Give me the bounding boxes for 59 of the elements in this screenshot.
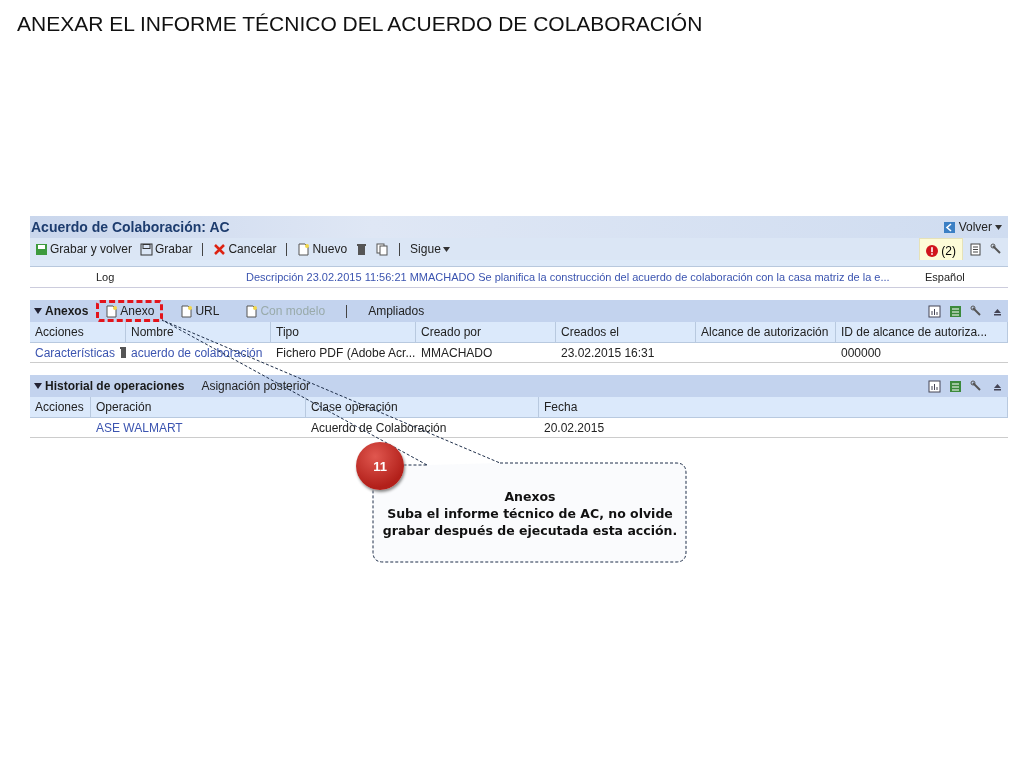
step-badge: 11 — [356, 442, 404, 490]
copy-icon — [376, 242, 390, 256]
trash-icon — [355, 242, 369, 256]
wrench-icon — [970, 304, 983, 318]
close-icon — [213, 242, 227, 256]
table-cell: 000000 — [841, 345, 882, 360]
table-cell-text: Español — [924, 271, 966, 283]
column-header: Fecha — [539, 397, 1008, 418]
toolbar-button[interactable]: Grabar — [138, 242, 195, 256]
wrench-icon — [970, 379, 983, 393]
slide-title: ANEXAR EL INFORME TÉCNICO DEL ACUERDO DE COLABORACIÓN — [17, 12, 703, 36]
column-header: Clase operación — [306, 397, 539, 418]
table-cell: MMACHADO — [421, 345, 493, 360]
wrench-icon — [990, 242, 1003, 256]
column-header: Nombre — [126, 322, 271, 343]
spreadsheet-icon — [949, 379, 962, 393]
column-header: Tipo — [271, 322, 416, 343]
table-link[interactable]: Características — [35, 345, 116, 360]
caret-icon — [995, 224, 1002, 230]
table-cell: 20.02.2015 — [544, 420, 605, 435]
column-header: Acciones — [30, 397, 91, 418]
column-header: Operación — [91, 397, 306, 418]
action-button[interactable]: Asignación posterior — [192, 375, 320, 397]
column-header: Creados el — [556, 322, 696, 343]
chart-icon — [928, 379, 941, 393]
toolbar-button[interactable]: Grabar y volver — [33, 242, 135, 256]
save-icon — [35, 242, 48, 256]
toolbar-button[interactable]: Nuevo — [295, 242, 350, 256]
section-toggle[interactable]: Historial de operaciones — [34, 379, 185, 393]
column-header: Alcance de autorización — [696, 322, 836, 343]
table-link[interactable]: ASE WALMART — [96, 420, 183, 435]
caret-icon — [34, 308, 42, 314]
callout-text: Anexos Suba el informe técnico de AC, no olvide grabar después de ejecutada esta acción. — [381, 488, 679, 539]
column-header: Creado por — [416, 322, 556, 343]
table-cell-text: Log — [95, 271, 116, 283]
section-toggle[interactable]: Anexos — [34, 304, 89, 318]
chart-icon — [928, 304, 941, 318]
description-link[interactable]: Descripción 23.02.2015 11:56:21 MMACHADO Se planifica la construcción del acuerdo de colaboración con la casa matriz de la e... — [241, 271, 920, 283]
column-header: ID de alcance de autoriza... — [836, 322, 1008, 343]
toolbar-button[interactable]: Cancelar — [211, 242, 279, 256]
new-document-icon — [180, 304, 194, 318]
menu-button[interactable]: Sigue — [408, 242, 452, 256]
column-header: Acciones — [30, 322, 126, 343]
new-document-icon — [245, 304, 259, 318]
notes-button[interactable] — [967, 242, 984, 256]
table-cell: 23.02.2015 16:31 — [561, 345, 655, 360]
error-icon — [926, 245, 939, 257]
list-icon — [969, 242, 982, 256]
spreadsheet-icon — [949, 304, 962, 318]
action-button[interactable]: Ampliados — [359, 300, 434, 322]
caret-icon — [442, 246, 450, 252]
window-title: Acuerdo de Colaboración: AC — [30, 219, 230, 235]
back-icon — [942, 220, 956, 234]
new-document-icon — [105, 304, 119, 318]
caret-icon — [34, 383, 42, 389]
action-button[interactable]: URL — [171, 300, 229, 322]
new-document-icon — [297, 242, 311, 256]
back-button[interactable]: Volver — [938, 220, 1006, 234]
table-cell: Fichero PDF (Adobe Acr... — [276, 345, 416, 360]
